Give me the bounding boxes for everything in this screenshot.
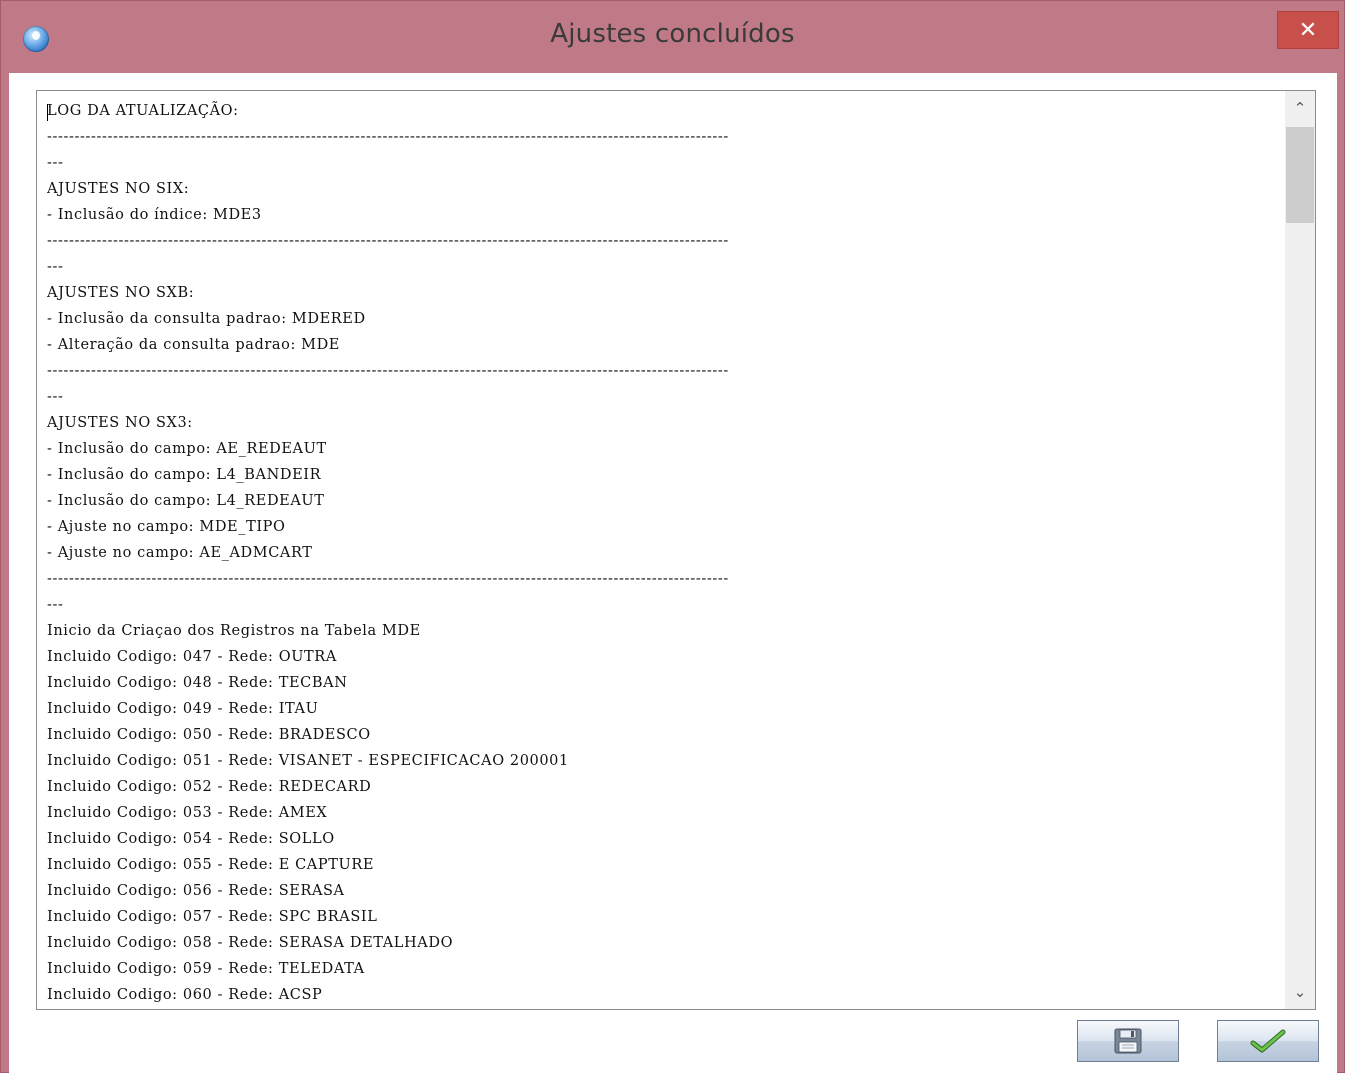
log-textarea[interactable]: LOG DA ATUALIZAÇÃO: ---------------------… <box>36 90 1316 1010</box>
log-line: ----------------------------------------… <box>47 233 729 249</box>
log-line: AJUSTES NO SIX: <box>47 181 190 197</box>
log-line: AJUSTES NO SXB: <box>47 285 195 301</box>
log-line: - Ajuste no campo: MDE_TIPO <box>47 519 286 535</box>
log-line: Incluido Codigo: 058 - Rede: SERASA DETA… <box>47 935 454 951</box>
log-line: - Inclusão do índice: MDE3 <box>47 207 262 223</box>
dialog-window: Ajustes concluídos ✕ LOG DA ATUALIZAÇÃO:… <box>0 0 1345 1073</box>
log-line: LOG DA ATUALIZAÇÃO: <box>47 103 239 119</box>
log-line: Incluido Codigo: 057 - Rede: SPC BRASIL <box>47 909 378 925</box>
log-line: Incluido Codigo: 055 - Rede: E CAPTURE <box>47 857 375 873</box>
log-line: Incluido Codigo: 049 - Rede: ITAU <box>47 701 319 717</box>
log-line: Incluido Codigo: 047 - Rede: OUTRA <box>47 649 337 665</box>
log-line: - Inclusão do campo: L4_REDEAUT <box>47 493 325 509</box>
log-text: LOG DA ATUALIZAÇÃO: ---------------------… <box>47 98 1269 1008</box>
log-line: Incluido Codigo: 059 - Rede: TELEDATA <box>47 961 365 977</box>
log-line: - Alteração da consulta padrao: MDE <box>47 337 340 353</box>
log-line: --- <box>47 597 64 613</box>
dialog-content: LOG DA ATUALIZAÇÃO: ---------------------… <box>9 73 1337 1073</box>
log-line: ----------------------------------------… <box>47 363 729 379</box>
log-line: AJUSTES NO SX3: <box>47 415 193 431</box>
vertical-scrollbar[interactable]: ⌃ ⌄ <box>1285 91 1315 1009</box>
scroll-up-button[interactable]: ⌃ <box>1285 91 1315 125</box>
scroll-thumb[interactable] <box>1286 127 1314 223</box>
log-line: - Inclusão da consulta padrao: MDERED <box>47 311 366 327</box>
chevron-up-icon: ⌃ <box>1293 99 1307 117</box>
checkmark-icon <box>1250 1029 1286 1053</box>
log-line: ----------------------------------------… <box>47 129 729 145</box>
log-line: - Ajuste no campo: AE_ADMCART <box>47 545 313 561</box>
log-line: Incluido Codigo: 060 - Rede: ACSP <box>47 987 323 1003</box>
close-button[interactable]: ✕ <box>1277 11 1339 49</box>
text-caret <box>47 104 48 121</box>
log-line: - Inclusão do campo: L4_BANDEIR <box>47 467 322 483</box>
floppy-disk-icon <box>1114 1028 1142 1054</box>
log-line: ----------------------------------------… <box>47 571 729 587</box>
log-line: Incluido Codigo: 054 - Rede: SOLLO <box>47 831 335 847</box>
log-line: Incluido Codigo: 056 - Rede: SERASA <box>47 883 345 899</box>
log-line: Incluido Codigo: 053 - Rede: AMEX <box>47 805 328 821</box>
log-line: Incluido Codigo: 052 - Rede: REDECARD <box>47 779 372 795</box>
log-line: Incluido Codigo: 050 - Rede: BRADESCO <box>47 727 371 743</box>
save-button[interactable] <box>1077 1020 1179 1062</box>
log-line: --- <box>47 389 64 405</box>
log-line: Incluido Codigo: 048 - Rede: TECBAN <box>47 675 348 691</box>
log-line: Incluido Codigo: 051 - Rede: VISANET - E… <box>47 753 569 769</box>
log-line: --- <box>47 259 64 275</box>
title-bar[interactable]: Ajustes concluídos ✕ <box>1 1 1344 73</box>
close-icon: ✕ <box>1298 17 1318 43</box>
ok-button[interactable] <box>1217 1020 1319 1062</box>
log-line: Inicio da Criaçao dos Registros na Tabel… <box>47 623 421 639</box>
chevron-down-icon: ⌄ <box>1293 983 1307 1001</box>
log-line: - Inclusão do campo: AE_REDEAUT <box>47 441 327 457</box>
log-line: --- <box>47 155 64 171</box>
window-title: Ajustes concluídos <box>550 19 795 49</box>
scroll-down-button[interactable]: ⌄ <box>1285 975 1315 1009</box>
